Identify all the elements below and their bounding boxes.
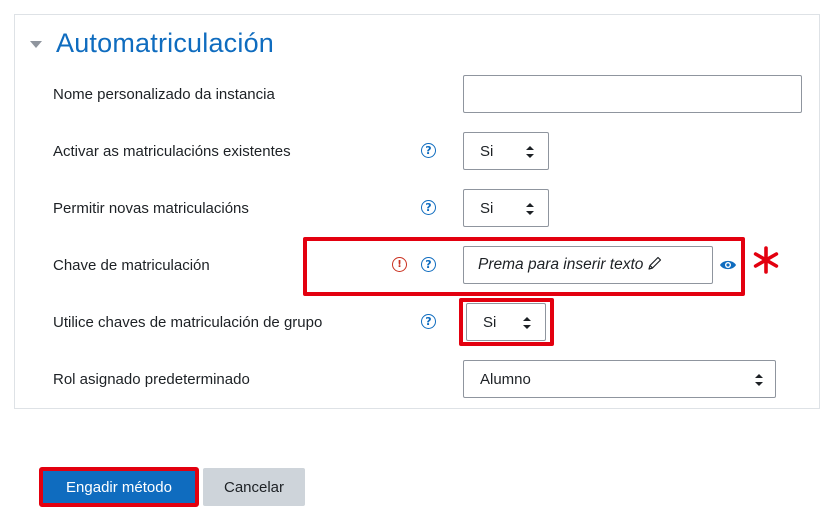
select-value: Si: [480, 199, 494, 217]
form-row-allow-new: Permitir novas matriculacións ? Si: [0, 189, 834, 229]
field-label: Chave de matriculación: [53, 257, 210, 274]
help-icon[interactable]: ?: [421, 200, 436, 215]
add-method-button[interactable]: Engadir método: [39, 467, 199, 507]
pencil-icon: [647, 255, 663, 276]
select-value: Si: [480, 142, 494, 160]
help-icon[interactable]: ?: [421, 314, 436, 329]
select-value: Si: [483, 313, 497, 331]
instance-name-input[interactable]: [463, 75, 802, 113]
help-icon[interactable]: ?: [421, 143, 436, 158]
enrolment-key-input[interactable]: Prema para inserir texto: [463, 246, 713, 284]
section-header[interactable]: Automatriculación: [30, 28, 274, 59]
select-arrows-icon: [755, 374, 763, 386]
required-icon: !: [392, 257, 407, 272]
collapse-caret-icon[interactable]: [30, 41, 42, 48]
select-value: Alumno: [480, 370, 531, 388]
field-label: Activar as matriculacións existentes: [53, 143, 291, 160]
field-label: Utilice chaves de matriculación de grupo: [53, 314, 323, 331]
allow-new-select[interactable]: Si: [463, 189, 549, 227]
form-row-enrolment-key: Chave de matriculación ! ? Prema para in…: [0, 246, 834, 286]
reveal-eye-icon[interactable]: [719, 258, 737, 277]
form-row-enable-existing: Activar as matriculacións existentes ? S…: [0, 132, 834, 172]
form-row-group-keys: Utilice chaves de matriculación de grupo…: [0, 303, 834, 343]
field-label: Permitir novas matriculacións: [53, 200, 249, 217]
field-label: Rol asignado predeterminado: [53, 371, 250, 388]
input-placeholder: Prema para inserir texto: [478, 256, 644, 273]
form-row-instance-name: Nome personalizado da instancia: [0, 75, 834, 115]
group-keys-select[interactable]: Si: [466, 303, 546, 341]
select-arrows-icon: [526, 146, 534, 158]
help-icon[interactable]: ?: [421, 257, 436, 272]
cancel-button[interactable]: Cancelar: [203, 468, 305, 506]
select-arrows-icon: [523, 317, 531, 329]
default-role-select[interactable]: Alumno: [463, 360, 776, 398]
form-row-default-role: Rol asignado predeterminado Alumno: [0, 360, 834, 400]
field-label: Nome personalizado da instancia: [53, 86, 275, 103]
enable-existing-select[interactable]: Si: [463, 132, 549, 170]
section-title: Automatriculación: [56, 28, 275, 58]
select-arrows-icon: [526, 203, 534, 215]
asterisk-icon: [752, 246, 780, 274]
